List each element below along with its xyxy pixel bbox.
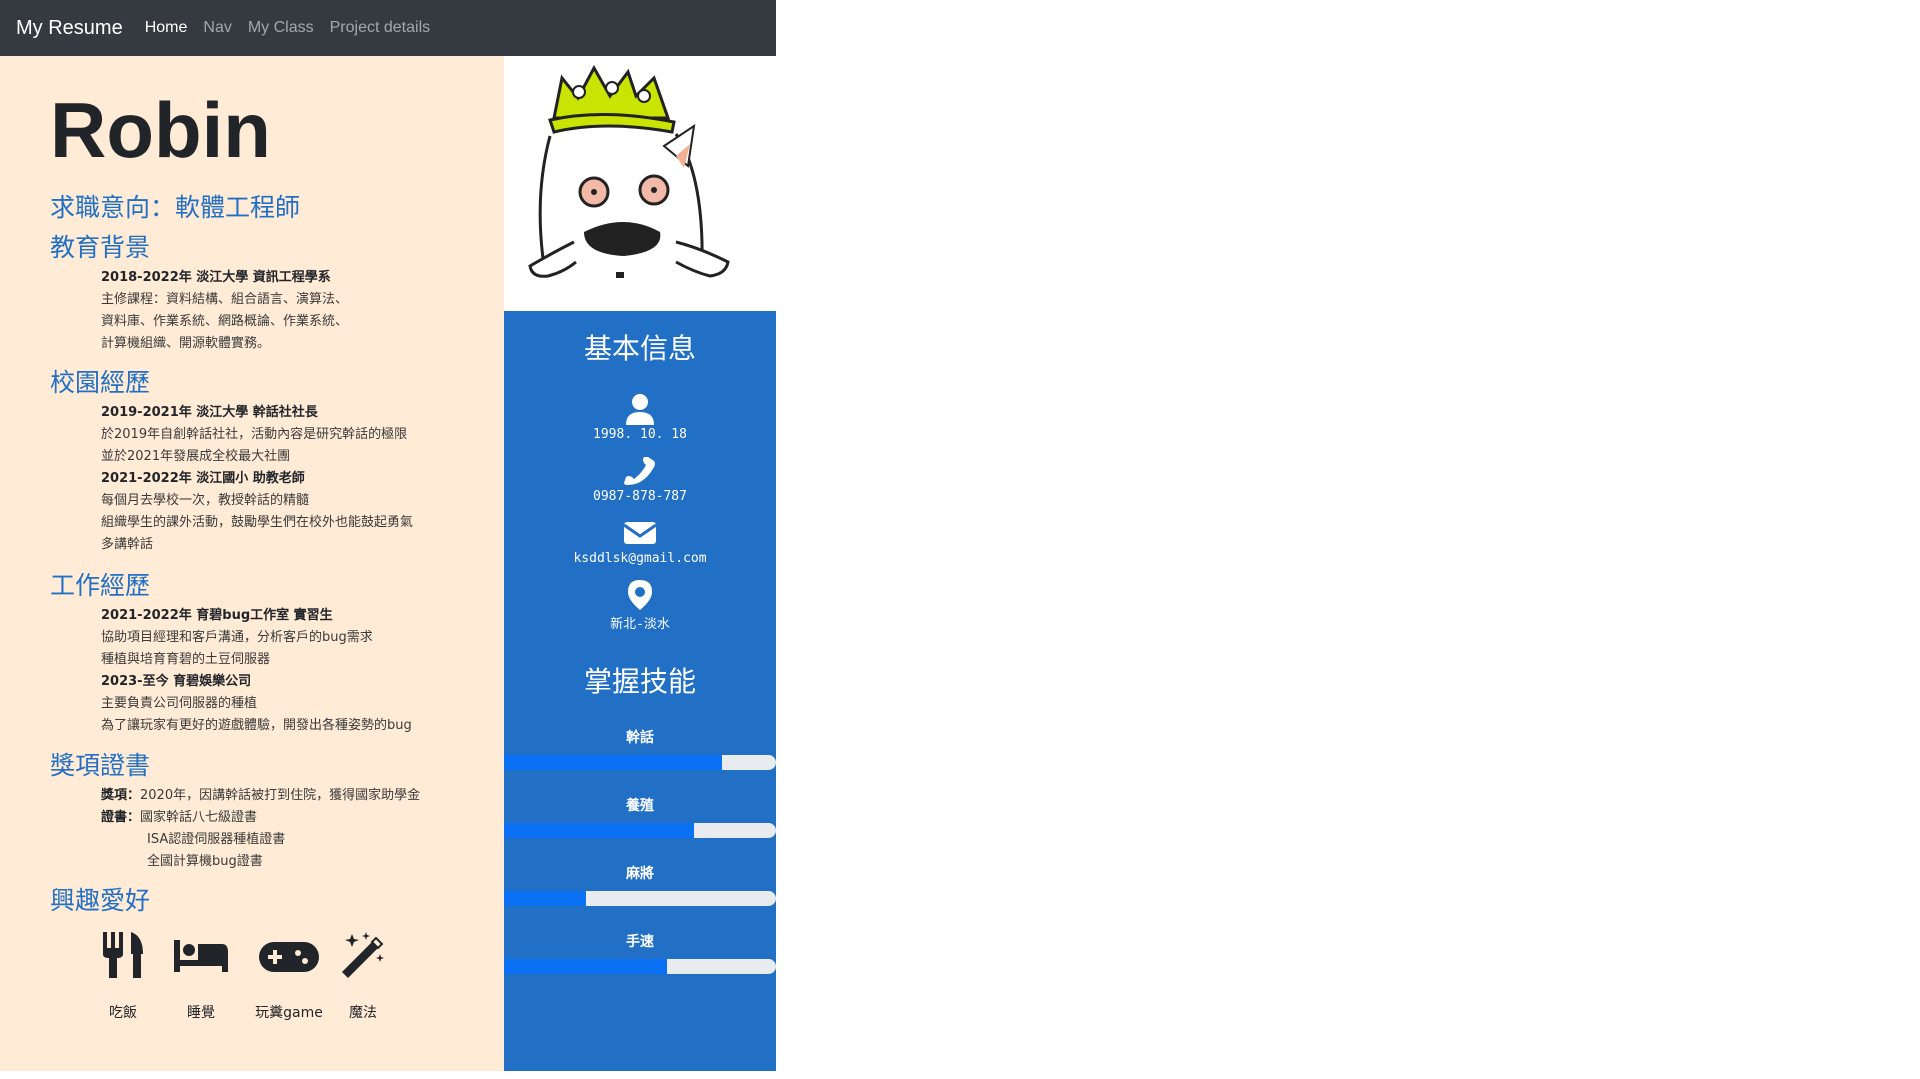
work-heading: 2021-2022年 育碧bug工作室 實習生 bbox=[101, 608, 333, 623]
campus-block: 2019-2021年 淡江大學 幹話社社長 於2019年自創幹話社社，活動內容是… bbox=[101, 402, 413, 556]
cert-item: ISA認證伺服器種植證書 bbox=[147, 832, 286, 847]
hobby-item: 吃飯 bbox=[88, 930, 158, 1022]
hobbies-list: 吃飯 睡覺 玩糞game 魔法 bbox=[88, 930, 408, 1030]
work-line: 主要負責公司伺服器的種植 bbox=[101, 696, 258, 711]
avatar bbox=[528, 64, 730, 278]
email-item: ksddlsk@gmail.com bbox=[504, 517, 776, 566]
envelope-icon bbox=[623, 522, 657, 544]
skill-label: 幹話 bbox=[626, 730, 654, 746]
skill-progress-bar bbox=[504, 891, 776, 906]
hobby-label: 魔法 bbox=[349, 1005, 377, 1021]
skills-title: 掌握技能 bbox=[583, 665, 696, 698]
skill-progress-fill bbox=[504, 891, 586, 906]
nav-link-my-class[interactable]: My Class bbox=[248, 19, 314, 37]
campus-line: 組織學生的課外活動，鼓勵學生們在校外也能鼓起勇氣 bbox=[101, 515, 414, 530]
work-line: 種植與培育育碧的土豆伺服器 bbox=[101, 652, 271, 667]
skill-progress-fill bbox=[504, 823, 695, 838]
hobby-item: 魔法 bbox=[328, 930, 398, 1022]
basic-info-title: 基本信息 bbox=[583, 332, 696, 365]
navbar-brand[interactable]: My Resume bbox=[16, 17, 123, 40]
education-heading: 2018-2022年 淡江大學 資訊工程學系 bbox=[101, 270, 331, 285]
hobby-label: 玩糞game bbox=[255, 1005, 323, 1021]
skill-label: 養殖 bbox=[626, 798, 654, 814]
nav-link-nav[interactable]: Nav bbox=[203, 19, 231, 37]
cert-item: 全國計算機bug證書 bbox=[147, 854, 263, 869]
nav-link-home[interactable]: Home bbox=[145, 19, 188, 37]
education-line: 計算機組織、開源軟體實務。 bbox=[101, 336, 271, 351]
hobbies-title: 興趣愛好 bbox=[50, 886, 151, 915]
education-title: 教育背景 bbox=[50, 233, 151, 262]
skill-label: 手速 bbox=[626, 934, 654, 950]
skill-progress-bar bbox=[504, 755, 776, 770]
info-panel: 基本信息 1998. 10. 18 0987-878-787 ksddlsk@g… bbox=[504, 311, 776, 1071]
phone-text: 0987-878-787 bbox=[593, 489, 687, 504]
skill-label: 麻將 bbox=[626, 866, 654, 882]
skill-item: 養殖 bbox=[504, 796, 776, 838]
avatar-area bbox=[504, 56, 776, 311]
work-block: 2021-2022年 育碧bug工作室 實習生 協助項目經理和客戶溝通，分析客戶… bbox=[101, 605, 412, 737]
email-text[interactable]: ksddlsk@gmail.com bbox=[504, 551, 776, 566]
bed-icon bbox=[174, 940, 228, 972]
campus-line: 並於2021年發展成全校最大社團 bbox=[101, 449, 291, 464]
gamepad-icon bbox=[259, 942, 319, 972]
awards-title: 獎項證書 bbox=[50, 751, 151, 780]
cert-item: 國家幹話八七級證書 bbox=[140, 810, 258, 825]
phone-icon bbox=[624, 457, 655, 485]
resume-side-column: 基本信息 1998. 10. 18 0987-878-787 ksddlsk@g… bbox=[504, 56, 776, 1071]
campus-line: 多講幹話 bbox=[101, 537, 154, 552]
cert-label: 證書： bbox=[101, 810, 141, 825]
location-text: 新北-淡水 bbox=[610, 617, 670, 632]
person-name: Robin bbox=[50, 86, 271, 174]
hobby-item: 睡覺 bbox=[166, 930, 236, 1022]
campus-title: 校園經歷 bbox=[50, 368, 151, 397]
skill-progress-fill bbox=[504, 755, 722, 770]
utensils-icon bbox=[103, 932, 143, 978]
magic-wand-icon bbox=[342, 932, 384, 978]
skill-progress-bar bbox=[504, 959, 776, 974]
user-icon bbox=[626, 394, 654, 425]
location-item: 新北-淡水 bbox=[504, 579, 776, 632]
education-block: 2018-2022年 淡江大學 資訊工程學系 主修課程：資料結構、組合語言、演算… bbox=[101, 267, 348, 355]
birthday-item: 1998. 10. 18 bbox=[504, 393, 776, 442]
birthday-text: 1998. 10. 18 bbox=[593, 427, 687, 442]
hobby-item: 玩糞game bbox=[254, 930, 324, 1022]
map-marker-icon bbox=[628, 580, 652, 610]
award-text: 2020年，因講幹話被打到住院，獲得國家助學金 bbox=[140, 788, 421, 803]
work-heading: 2023-至今 育碧娛樂公司 bbox=[101, 674, 252, 689]
work-title: 工作經歷 bbox=[50, 571, 151, 600]
campus-heading: 2021-2022年 淡江國小 助教老師 bbox=[101, 471, 305, 486]
top-navbar: My Resume Home Nav My Class Project deta… bbox=[0, 0, 776, 56]
skill-progress-fill bbox=[504, 959, 668, 974]
campus-heading: 2019-2021年 淡江大學 幹話社社長 bbox=[101, 405, 318, 420]
award-label: 獎項： bbox=[101, 788, 141, 803]
campus-line: 於2019年自創幹話社社，活動內容是研究幹話的極限 bbox=[101, 427, 408, 442]
nav-link-project-details[interactable]: Project details bbox=[330, 19, 431, 37]
skill-progress-bar bbox=[504, 823, 776, 838]
skill-item: 麻將 bbox=[504, 864, 776, 906]
job-intent: 求職意向：軟體工程師 bbox=[50, 193, 301, 222]
skill-item: 手速 bbox=[504, 932, 776, 974]
work-line: 為了讓玩家有更好的遊戲體驗，開發出各種姿勢的bug bbox=[101, 718, 412, 733]
campus-line: 每個月去學校一次，教授幹話的精髓 bbox=[101, 493, 310, 508]
education-line: 資料庫、作業系統、網路概論、作業系統、 bbox=[101, 314, 349, 329]
education-line: 主修課程：資料結構、組合語言、演算法、 bbox=[101, 292, 349, 307]
skill-item: 幹話 bbox=[504, 728, 776, 770]
hobby-label: 睡覺 bbox=[187, 1005, 215, 1021]
awards-block: 獎項：2020年，因講幹話被打到住院，獲得國家助學金 證書：國家幹話八七級證書 … bbox=[101, 785, 420, 873]
hobby-label: 吃飯 bbox=[109, 1005, 137, 1021]
work-line: 協助項目經理和客戶溝通，分析客戶的bug需求 bbox=[101, 630, 373, 645]
phone-item: 0987-878-787 bbox=[504, 455, 776, 504]
